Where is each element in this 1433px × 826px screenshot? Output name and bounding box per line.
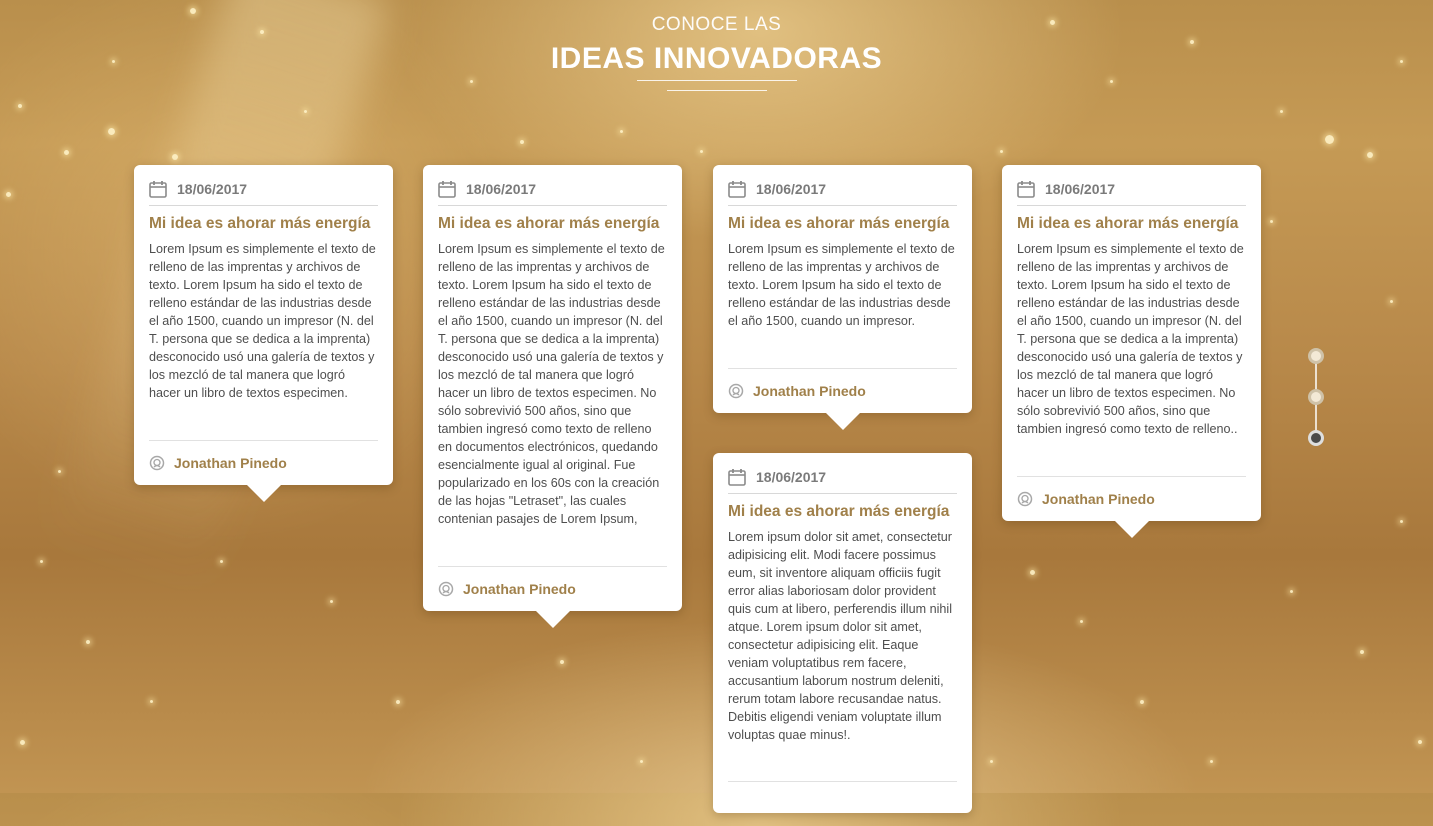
card-date: 18/06/2017: [756, 181, 827, 197]
idea-card[interactable]: 18/06/2017 Mi idea es ahorar más energía…: [713, 165, 972, 430]
section-title: IDEAS INNOVADORAS: [550, 42, 883, 75]
card-date-row: 18/06/2017: [438, 177, 667, 206]
card-pointer: [1113, 520, 1150, 538]
pager-dot-3[interactable]: [1308, 430, 1324, 446]
card-title[interactable]: Mi idea es ahorar más energía: [728, 215, 957, 233]
card-date-row: 18/06/2017: [149, 177, 378, 206]
card-author[interactable]: Jonathan Pinedo: [463, 581, 576, 597]
card-body: Lorem ipsum dolor sit amet, consectetur …: [728, 530, 952, 742]
pager-dot-1[interactable]: [1308, 348, 1324, 364]
section-header: CONOCE LAS IDEAS INNOVADORAS: [0, 14, 1433, 76]
card-pointer: [245, 484, 282, 502]
header-divider-bottom: [666, 90, 767, 91]
card-date-row: 18/06/2017: [728, 465, 957, 494]
idea-card[interactable]: 18/06/2017 Mi idea es ahorar más energía…: [713, 453, 972, 813]
idea-card[interactable]: 18/06/2017 Mi idea es ahorar más energía…: [1002, 165, 1261, 538]
card-title[interactable]: Mi idea es ahorar más energía: [438, 215, 667, 233]
card-author-row: Jonathan Pinedo: [1017, 476, 1246, 521]
card-date: 18/06/2017: [466, 181, 537, 197]
card-author[interactable]: Jonathan Pinedo: [174, 455, 287, 471]
idea-card[interactable]: 18/06/2017 Mi idea es ahorar más energía…: [134, 165, 393, 502]
card-author-row: Jonathan Pinedo: [149, 440, 378, 485]
header-divider-top: [636, 80, 797, 81]
author-icon: [728, 383, 744, 399]
card-title[interactable]: Mi idea es ahorar más energía: [149, 215, 378, 233]
card-date: 18/06/2017: [1045, 181, 1116, 197]
card-date-row: 18/06/2017: [728, 177, 957, 206]
card-title[interactable]: Mi idea es ahorar más energía: [728, 503, 957, 521]
card-date-row: 18/06/2017: [1017, 177, 1246, 206]
calendar-icon: [149, 181, 167, 198]
card-author[interactable]: Jonathan Pinedo: [1042, 491, 1155, 507]
author-icon: [149, 455, 165, 471]
calendar-icon: [438, 181, 456, 198]
card-date: 18/06/2017: [756, 469, 827, 485]
author-icon: [438, 581, 454, 597]
calendar-icon: [728, 181, 746, 198]
card-title[interactable]: Mi idea es ahorar más energía: [1017, 215, 1246, 233]
section-kicker: CONOCE LAS: [651, 14, 782, 35]
calendar-icon: [728, 469, 746, 486]
card-body: Lorem Ipsum es simplemente el texto de r…: [728, 242, 955, 328]
idea-card[interactable]: 18/06/2017 Mi idea es ahorar más energía…: [423, 165, 682, 628]
card-body: Lorem Ipsum es simplemente el texto de r…: [438, 242, 665, 526]
card-author-row: [728, 781, 957, 826]
card-pointer: [534, 610, 571, 628]
author-icon: [1017, 491, 1033, 507]
card-date: 18/06/2017: [177, 181, 248, 197]
card-body: Lorem Ipsum es simplemente el texto de r…: [1017, 242, 1244, 436]
card-author[interactable]: Jonathan Pinedo: [753, 383, 866, 399]
pager-dot-2[interactable]: [1308, 389, 1324, 405]
vertical-pager: [1307, 347, 1325, 447]
card-body: Lorem Ipsum es simplemente el texto de r…: [149, 242, 376, 400]
card-author-row: Jonathan Pinedo: [438, 566, 667, 611]
calendar-icon: [1017, 181, 1035, 198]
card-pointer: [824, 412, 861, 430]
card-author-row: Jonathan Pinedo: [728, 368, 957, 413]
